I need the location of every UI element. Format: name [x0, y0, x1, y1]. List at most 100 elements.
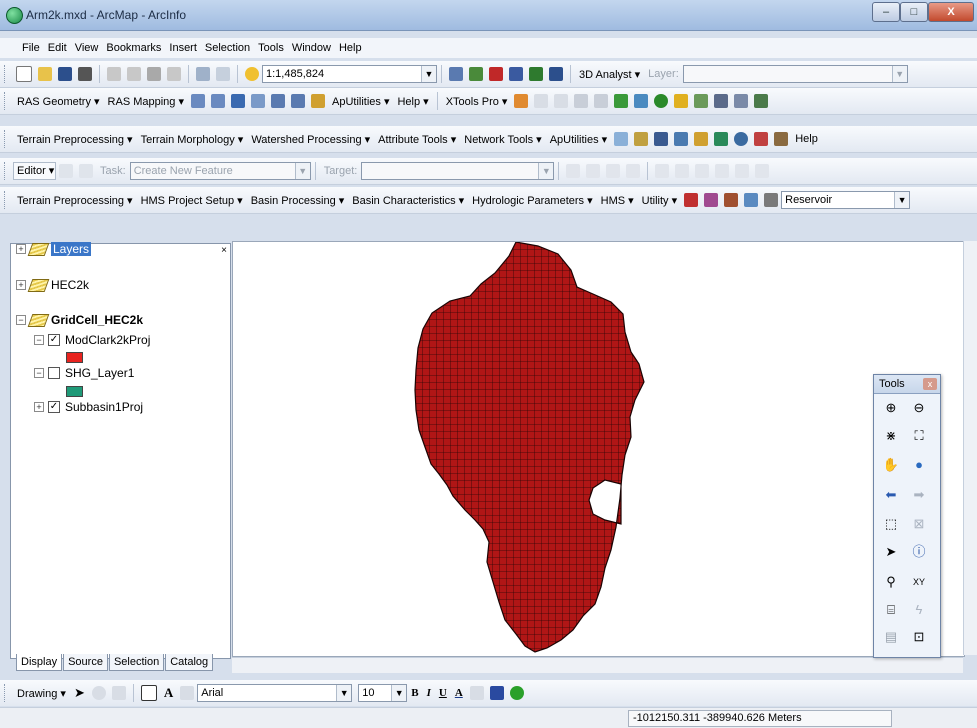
xtools-tool-6-icon[interactable] — [634, 94, 649, 108]
layers-label[interactable]: Layers — [51, 242, 92, 256]
terrain-morphology-menu[interactable]: Terrain Morphology ▾ — [137, 133, 248, 146]
hms-menu[interactable]: HMS ▾ — [597, 194, 638, 207]
topology-tool-3-icon[interactable] — [695, 164, 710, 178]
topology-tool-2-icon[interactable] — [675, 164, 690, 178]
xtools-tool-5-icon[interactable] — [614, 94, 629, 108]
maximize-button[interactable]: □ — [900, 2, 928, 22]
forward-extent-icon[interactable]: ➡ — [910, 486, 928, 504]
hydro-tool-2-icon[interactable] — [634, 132, 649, 146]
layers-row[interactable]: + Layers — [16, 242, 92, 256]
pan-icon[interactable]: ✋ — [882, 456, 900, 474]
tab-catalog[interactable]: Catalog — [165, 654, 214, 671]
xtools-tool-8-icon[interactable] — [674, 94, 689, 108]
tools-close-icon[interactable]: x — [923, 378, 937, 390]
ras-tool-3-icon[interactable] — [231, 94, 245, 108]
menu-bookmarks[interactable]: Bookmarks — [102, 38, 165, 58]
edit-tool-icon[interactable] — [59, 164, 73, 178]
measure-icon[interactable]: ⌸ — [882, 601, 900, 619]
xtools-icon[interactable] — [514, 94, 529, 108]
xtools-tool-11-icon[interactable] — [734, 94, 749, 108]
new-icon[interactable] — [16, 66, 32, 82]
reservoir-combo[interactable]: Reservoir ▼ — [781, 191, 911, 209]
hec2k-row[interactable]: + HEC2k — [16, 278, 89, 292]
zoom-in-icon[interactable]: ⊕ — [882, 399, 900, 417]
edit-tool-5-icon[interactable] — [626, 164, 641, 178]
minimize-button[interactable]: – — [872, 2, 900, 22]
map-horizontal-scrollbar[interactable] — [232, 657, 963, 673]
layer-visibility-checkbox[interactable]: ✓ — [48, 401, 60, 413]
sketch-tool-icon[interactable] — [79, 164, 93, 178]
edit-tool-2-icon[interactable] — [566, 164, 581, 178]
clear-selection-icon[interactable]: ⊠ — [910, 515, 928, 533]
ras-tool-5-icon[interactable] — [271, 94, 285, 108]
terrain-preprocessing-menu[interactable]: Terrain Preprocessing ▾ — [13, 133, 137, 146]
xtools-tool-2-icon[interactable] — [554, 94, 569, 108]
ras-geometry-menu[interactable]: RAS Geometry ▾ — [13, 95, 104, 108]
marker-color-icon[interactable] — [509, 686, 524, 700]
model-builder-icon[interactable] — [529, 67, 543, 81]
gridcell-label[interactable]: GridCell_HEC2k — [51, 313, 143, 327]
paste-icon[interactable] — [147, 67, 161, 81]
collapse-icon[interactable]: − — [34, 368, 44, 378]
network-tools-menu[interactable]: Network Tools ▾ — [460, 133, 545, 146]
copy-icon[interactable] — [127, 67, 141, 81]
hydro-tool-7-icon[interactable] — [734, 132, 749, 146]
menu-tools[interactable]: Tools — [254, 38, 288, 58]
drawing-menu[interactable]: Drawing ▾ — [13, 687, 70, 700]
menu-insert[interactable]: Insert — [165, 38, 201, 58]
ras-tool-7-icon[interactable] — [311, 94, 325, 108]
layer-row-modclark[interactable]: − ✓ ModClark2kProj — [34, 333, 150, 347]
attribute-tools-menu[interactable]: Attribute Tools ▾ — [374, 133, 460, 146]
add-data-icon[interactable] — [245, 67, 259, 81]
italic-button[interactable]: I — [423, 687, 435, 699]
arctoolbox-icon[interactable] — [469, 67, 483, 81]
hyperlink-icon[interactable]: ϟ — [910, 601, 928, 619]
hydro-tool-1-icon[interactable] — [614, 132, 629, 146]
expand-icon[interactable]: + — [16, 280, 26, 290]
ras-tool-1-icon[interactable] — [191, 94, 205, 108]
aputilities-menu[interactable]: ApUtilities ▾ — [546, 133, 611, 146]
hec2k-label[interactable]: HEC2k — [51, 278, 89, 292]
hydro-tool-6-icon[interactable] — [714, 132, 729, 146]
close-button[interactable]: X — [928, 2, 974, 22]
ras-tool-6-icon[interactable] — [291, 94, 305, 108]
hms-terrain-preprocessing-menu[interactable]: Terrain Preprocessing ▾ — [13, 194, 137, 207]
xtools-tool-7-icon[interactable] — [654, 94, 669, 108]
find-icon[interactable]: ⚲ — [882, 573, 900, 591]
xtools-pro-menu[interactable]: XTools Pro ▾ — [442, 95, 512, 108]
hydro-tool-3-icon[interactable] — [654, 132, 669, 146]
go-to-xy-icon[interactable]: XY — [910, 573, 928, 591]
fixed-zoom-in-icon[interactable]: ⋇ — [882, 427, 900, 445]
select-elements-icon[interactable]: ➤ — [882, 543, 900, 561]
tools-palette[interactable]: Tools x ⊕ ⊖ ⋇ ⛶ ✋ ● ⬅ ➡ ⬚ ⊠ ➤ ⓘ ⚲ XY ⌸ ϟ… — [873, 374, 941, 658]
delete-icon[interactable] — [167, 67, 181, 81]
target-combo[interactable]: ▼ — [361, 162, 555, 180]
open-icon[interactable] — [38, 67, 52, 81]
fill-color-icon[interactable] — [469, 686, 484, 700]
map-scale-combo[interactable]: 1:1,485,824 ▼ — [262, 65, 437, 83]
font-size-combo[interactable]: 10 ▼ — [358, 684, 408, 702]
layer-row-shg[interactable]: − SHG_Layer1 — [34, 366, 134, 380]
html-popup-icon[interactable]: ▤ — [882, 628, 900, 646]
select-elements-icon[interactable]: ➤ — [70, 685, 89, 701]
aputilities-menu[interactable]: ApUtilities ▾ — [328, 95, 393, 108]
cut-icon[interactable] — [107, 67, 121, 81]
layer-combo[interactable]: ▼ — [682, 65, 908, 83]
editor-toolbar-icon[interactable] — [449, 67, 463, 81]
undo-icon[interactable] — [196, 67, 210, 81]
hms-tool-5-icon[interactable] — [764, 193, 779, 207]
hms-tool-1-icon[interactable] — [684, 193, 699, 207]
redo-icon[interactable] — [216, 67, 230, 81]
command-line-icon[interactable] — [509, 67, 523, 81]
hydro-tool-4-icon[interactable] — [674, 132, 689, 146]
xtools-tool-3-icon[interactable] — [574, 94, 589, 108]
layer-row-subbasin[interactable]: + ✓ Subbasin1Proj — [34, 400, 143, 414]
layer-name[interactable]: Subbasin1Proj — [65, 400, 143, 414]
map-vertical-scrollbar[interactable] — [963, 241, 977, 655]
layer-name[interactable]: ModClark2kProj — [65, 333, 150, 347]
layer-name[interactable]: SHG_Layer1 — [65, 366, 134, 380]
hydrologic-parameters-menu[interactable]: Hydrologic Parameters ▾ — [468, 194, 596, 207]
menu-view[interactable]: View — [71, 38, 103, 58]
collapse-icon[interactable]: − — [34, 335, 44, 345]
tab-selection[interactable]: Selection — [108, 654, 165, 671]
